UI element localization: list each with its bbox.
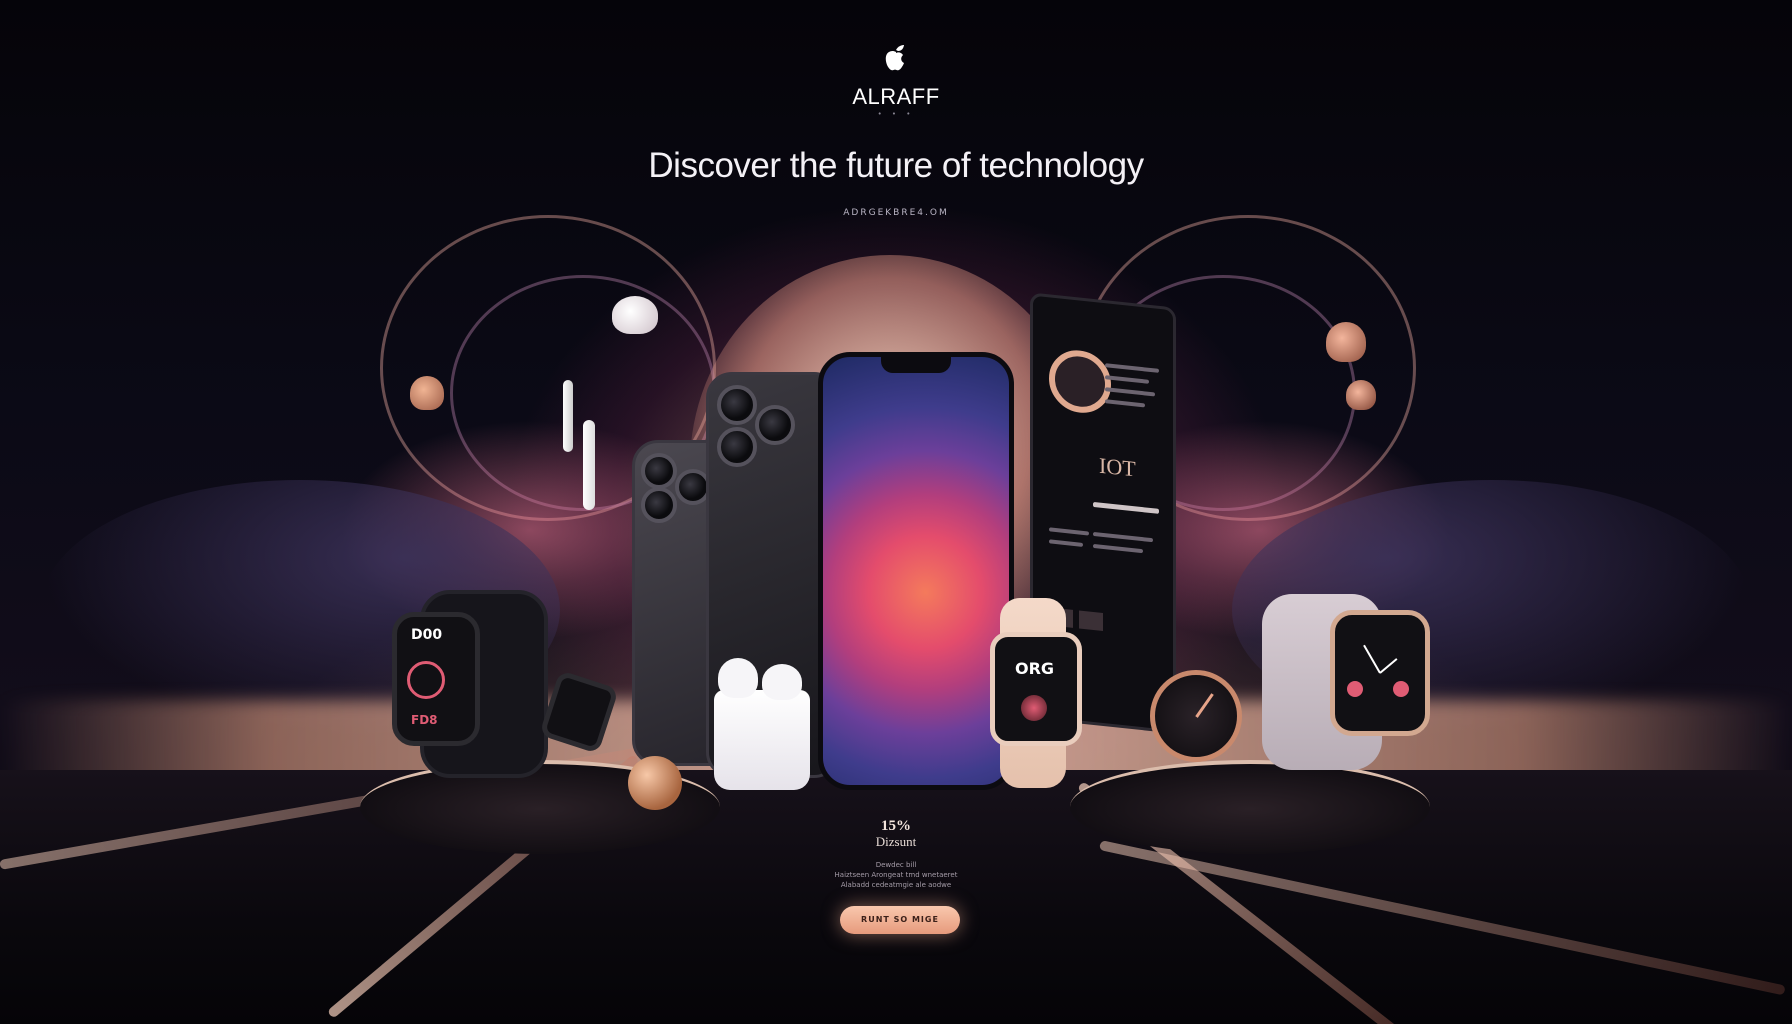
tablet-text-line [1105, 363, 1159, 373]
floating-earbud [1346, 380, 1376, 410]
watch-complication [1393, 681, 1409, 697]
apple-logo-icon [885, 45, 904, 71]
tablet-text-line [1105, 375, 1149, 384]
camera-lens [641, 453, 677, 489]
phone-notch [881, 357, 951, 373]
page-title: Discover the future of technology [648, 146, 1144, 185]
discount-label: Dizsunt [875, 834, 917, 849]
tablet-text-line [1093, 531, 1153, 543]
tablet-text-line [1093, 501, 1159, 514]
right-platform [1070, 760, 1430, 854]
center-watch: ORG [990, 632, 1082, 746]
reflective-floor [0, 770, 1792, 1024]
right-watch [1330, 610, 1430, 736]
left-watch: D00 FD8 [392, 612, 480, 746]
tablet-text-line [1093, 543, 1143, 554]
watch-hand [1195, 693, 1214, 718]
floating-earbud [1326, 322, 1366, 362]
discount-percent: 15% [881, 818, 911, 834]
brand-name: ALRAFF [852, 84, 940, 109]
watch-dial [407, 661, 445, 699]
website-url[interactable]: ADRGEKBRE4.OM [0, 208, 1792, 218]
tablet-thumb [1079, 610, 1103, 631]
hero-section: ALRAFF • • • Discover the future of tech… [0, 0, 1792, 1024]
watch-hand [1379, 658, 1398, 674]
promo-fine-print: Haiztseen Arongeat tmd wnetaeret [834, 871, 958, 879]
camera-lens [717, 427, 757, 467]
phone-front-screen [818, 352, 1014, 790]
watch-complication [1347, 681, 1363, 697]
airpods-case [714, 690, 810, 790]
camera-lens [755, 405, 795, 445]
promo-fine-print: Dewdec bill [875, 861, 917, 869]
tablet-text-line [1049, 527, 1089, 536]
tablet-heading: IOT [1099, 452, 1136, 482]
round-watch [1150, 670, 1242, 762]
tablet-text-line [1105, 399, 1145, 408]
tablet-text-line [1105, 387, 1155, 397]
tablet-ring-graphic [1049, 347, 1111, 416]
watch-hand [1363, 644, 1381, 674]
watch-complication [1021, 695, 1047, 721]
floating-earbud-stem [583, 420, 595, 510]
promo-fine-print: Alabadd cedeatmgie ale aodwe [840, 881, 952, 889]
floating-earbud [410, 376, 444, 410]
camera-lens [717, 385, 757, 425]
rose-gold-ball [628, 756, 682, 810]
brand-tagline: • • • [877, 110, 915, 118]
promo-block: 15% Dizsunt Dewdec bill Haiztseen Aronge… [756, 818, 1036, 890]
floating-earbud [612, 296, 658, 334]
camera-lens [641, 487, 677, 523]
shop-now-button[interactable]: RUNT SO MIGE [840, 906, 960, 934]
tablet-text-line [1049, 539, 1083, 547]
watch-time: D00 [411, 627, 443, 643]
airpod-right [762, 664, 802, 700]
floating-earbud-stem [563, 380, 573, 452]
watch-bottom-text: FD8 [411, 713, 438, 727]
airpod-left [718, 658, 758, 698]
watch-label: ORG [1015, 659, 1055, 678]
